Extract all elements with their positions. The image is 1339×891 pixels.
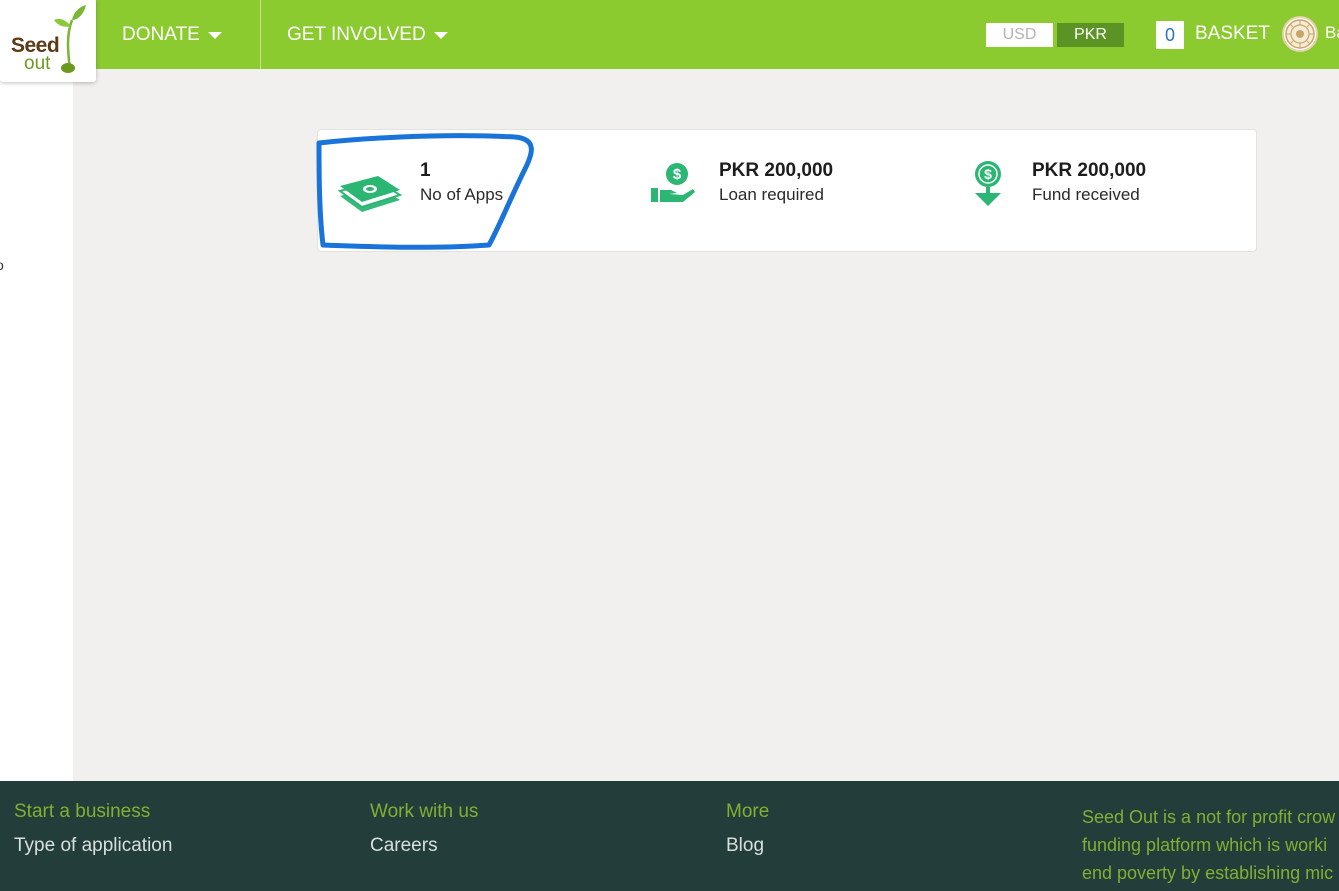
footer-about-line: Seed Out is a not for profit crow xyxy=(1082,807,1336,827)
user-name-link[interactable]: Ba xyxy=(1325,23,1339,43)
footer-heading-work-with-us: Work with us xyxy=(370,801,479,822)
currency-pkr-button[interactable]: PKR xyxy=(1057,23,1124,47)
currency-usd-button[interactable]: USD xyxy=(986,23,1053,47)
sidebar-text-fragment: o xyxy=(0,257,4,273)
footer-about-line: end poverty by establishing mic xyxy=(1082,863,1334,883)
stat-loan-label: Loan required xyxy=(719,185,824,204)
caret-down-icon xyxy=(207,32,222,39)
svg-text:$: $ xyxy=(673,166,682,183)
avatar-emblem-icon xyxy=(1285,19,1315,49)
caret-down-icon xyxy=(433,32,448,39)
nav-get-involved-dropdown[interactable]: GET INVOLVED xyxy=(287,0,448,69)
basket-link[interactable]: BASKET xyxy=(1195,23,1270,45)
footer-heading-more: More xyxy=(726,801,770,822)
svg-text:$: $ xyxy=(984,166,992,182)
seedout-logo[interactable]: Seed out xyxy=(0,0,96,82)
footer-link-blog[interactable]: Blog xyxy=(726,835,764,857)
left-sidebar: o xyxy=(0,69,73,781)
site-footer: Start a business Type of application Wor… xyxy=(0,781,1339,891)
top-navigation-bar: Seed out DONATE GET INVOLVED USD PKR 0 B… xyxy=(0,0,1339,82)
stat-apps-value: 1 xyxy=(420,160,431,181)
footer-link-careers[interactable]: Careers xyxy=(370,835,438,857)
stats-summary-card: 1 No of Apps $ PKR 200,000 Loan required… xyxy=(317,129,1257,252)
nav-donate-label: DONATE xyxy=(122,23,200,45)
stat-fund-label: Fund received xyxy=(1032,185,1140,204)
stat-apps: 1 No of Apps xyxy=(420,160,503,208)
dollar-pin-icon: $ xyxy=(975,161,1001,206)
hand-dollar-icon: $ xyxy=(651,163,695,202)
nav-divider xyxy=(260,0,261,69)
stat-fund-received: PKR 200,000 Fund received xyxy=(1032,160,1146,208)
nav-get-involved-label: GET INVOLVED xyxy=(287,23,426,45)
footer-about-line: funding platform which is worki xyxy=(1082,835,1328,855)
basket-count-badge[interactable]: 0 xyxy=(1156,21,1184,49)
logo-text-out: out xyxy=(24,53,51,74)
stat-loan-value: PKR 200,000 xyxy=(719,160,834,181)
money-stack-icon xyxy=(338,176,402,212)
footer-heading-start-business: Start a business xyxy=(14,801,151,822)
footer-link-type-of-application[interactable]: Type of application xyxy=(14,835,172,857)
stat-fund-value: PKR 200,000 xyxy=(1032,160,1147,181)
nav-donate-dropdown[interactable]: DONATE xyxy=(122,0,222,69)
footer-about-text: Seed Out is a not for profit crow fundin… xyxy=(1082,803,1339,887)
user-avatar[interactable] xyxy=(1282,16,1318,52)
stat-loan-required: PKR 200,000 Loan required xyxy=(719,160,833,208)
stat-apps-label: No of Apps xyxy=(420,185,504,204)
